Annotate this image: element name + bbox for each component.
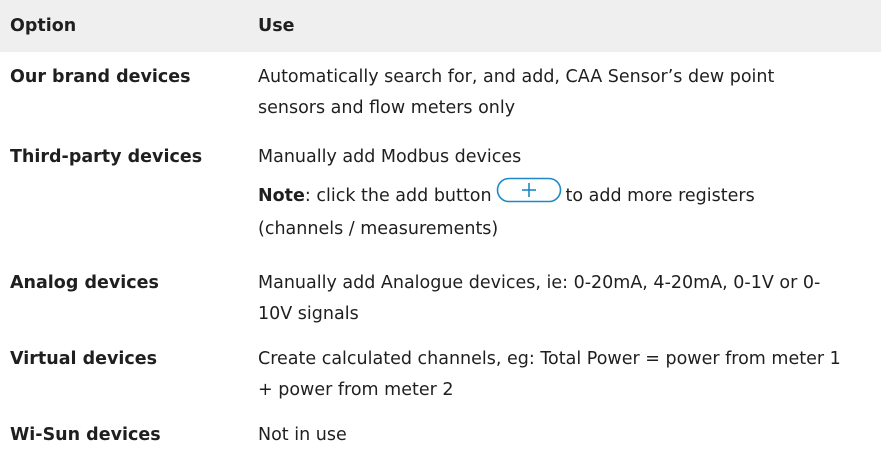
option-cell: Our brand devices bbox=[10, 67, 191, 87]
use-cell: Create calculated channels, eg: Total Po… bbox=[258, 344, 881, 414]
table-row: Third-party devices Manually add Modbus … bbox=[0, 138, 881, 262]
table-row: Wi-Sun devices Not in use bbox=[0, 414, 881, 454]
note-text-before: : click the add button bbox=[304, 186, 492, 206]
use-cell: Manually add Analogue devices, ie: 0-20m… bbox=[258, 268, 881, 338]
use-text: Create calculated channels, eg: Total Po… bbox=[258, 349, 841, 400]
plus-button-icon bbox=[496, 177, 562, 214]
header-option: Option bbox=[10, 15, 77, 36]
use-cell: Not in use bbox=[258, 420, 881, 454]
table-row: Analog devices Manually add Analogue dev… bbox=[0, 262, 881, 338]
use-text: Not in use bbox=[258, 425, 347, 445]
use-text: Manually add Modbus devices bbox=[258, 147, 522, 167]
table-row: Virtual devices Create calculated channe… bbox=[0, 338, 881, 414]
table-header: Option Use bbox=[0, 0, 881, 52]
table-row: Our brand devices Automatically search f… bbox=[0, 52, 881, 138]
note-paragraph: Note: click the add button to add more re… bbox=[258, 177, 841, 245]
use-cell: Manually add Modbus devices Note: click … bbox=[258, 142, 881, 262]
use-text: Manually add Analogue devices, ie: 0-20m… bbox=[258, 273, 821, 324]
use-cell: Automatically search for, and add, CAA S… bbox=[258, 62, 881, 138]
option-cell: Virtual devices bbox=[10, 349, 158, 369]
header-use: Use bbox=[258, 15, 295, 36]
option-cell: Third-party devices bbox=[10, 147, 203, 167]
option-cell: Wi-Sun devices bbox=[10, 425, 161, 445]
use-text: Automatically search for, and add, CAA S… bbox=[258, 67, 775, 118]
note-label: Note bbox=[258, 186, 305, 206]
options-table: Option Use Our brand devices Automatical… bbox=[0, 0, 881, 454]
option-cell: Analog devices bbox=[10, 273, 159, 293]
